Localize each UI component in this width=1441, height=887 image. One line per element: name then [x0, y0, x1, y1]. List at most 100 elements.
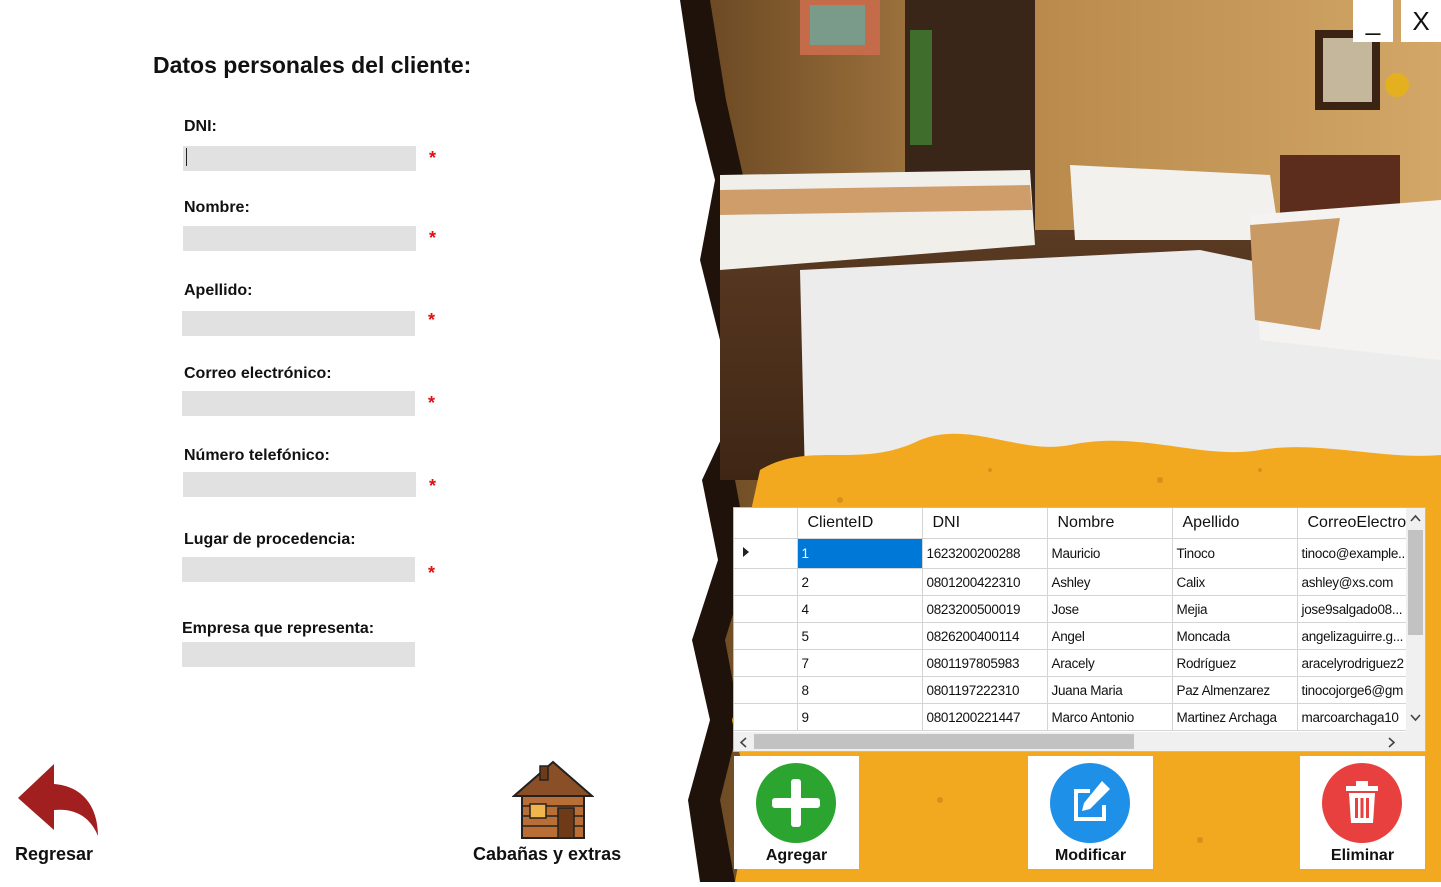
- cell-correo[interactable]: marcoarchaga10: [1297, 703, 1410, 731]
- cell-apellido[interactable]: Calix: [1172, 568, 1298, 596]
- cell-nombre[interactable]: Aracely: [1047, 649, 1173, 677]
- procedencia-required-mark: *: [428, 563, 436, 583]
- nombre-required-mark: *: [429, 228, 437, 248]
- row-header[interactable]: [734, 649, 798, 677]
- table-row[interactable]: 8 0801197222310 Juana Maria Paz Almenzar…: [734, 676, 1410, 704]
- nombre-input[interactable]: [183, 226, 416, 251]
- cell-dni[interactable]: 0801197805983: [922, 649, 1048, 677]
- cell-dni[interactable]: 1623200200288: [922, 538, 1048, 569]
- cell-clienteid[interactable]: 4: [797, 595, 923, 623]
- cell-correo[interactable]: tinocojorge6@gm: [1297, 676, 1410, 704]
- back-button[interactable]: Regresar: [12, 762, 102, 872]
- cell-dni[interactable]: 0801197222310: [922, 676, 1048, 704]
- scroll-right-icon[interactable]: [1388, 737, 1396, 748]
- plus-icon: [772, 779, 820, 827]
- horizontal-scroll-thumb[interactable]: [754, 734, 1134, 749]
- cell-clienteid[interactable]: 5: [797, 622, 923, 650]
- delete-label: Eliminar: [1330, 847, 1395, 864]
- scrollbar-corner: [1406, 732, 1425, 751]
- apellido-required-mark: *: [428, 310, 436, 330]
- table-row[interactable]: 7 0801197805983 Aracely Rodríguez aracel…: [734, 649, 1410, 677]
- cell-correo[interactable]: jose9salgado08...: [1297, 595, 1410, 623]
- cell-correo[interactable]: tinoco@example...: [1297, 538, 1410, 569]
- row-header[interactable]: [734, 568, 798, 596]
- col-header-apellido[interactable]: Apellido: [1172, 508, 1298, 539]
- grid-header-row: ClienteID DNI Nombre Apellido CorreoElec…: [734, 508, 1410, 539]
- cell-apellido[interactable]: Rodríguez: [1172, 649, 1298, 677]
- cell-clienteid[interactable]: 1: [797, 538, 923, 569]
- col-header-clienteid[interactable]: ClienteID: [797, 508, 923, 539]
- add-button[interactable]: Agregar: [734, 756, 859, 869]
- vertical-scrollbar[interactable]: [1406, 508, 1425, 733]
- add-label: Agregar: [765, 847, 828, 864]
- dni-input[interactable]: [183, 146, 416, 171]
- edit-circle: [1050, 763, 1130, 843]
- scroll-up-icon[interactable]: [1410, 514, 1421, 522]
- back-arrow-icon: [18, 764, 98, 836]
- current-row-arrow-icon: [743, 547, 749, 557]
- dni-required-mark: *: [429, 148, 437, 168]
- cell-correo[interactable]: aracelyrodriguez2: [1297, 649, 1410, 677]
- minimize-button[interactable]: _: [1353, 0, 1393, 42]
- vertical-scroll-thumb[interactable]: [1408, 530, 1423, 635]
- table-row[interactable]: 4 0823200500019 Jose Mejia jose9salgado0…: [734, 595, 1410, 623]
- cell-nombre[interactable]: Angel: [1047, 622, 1173, 650]
- cell-clienteid[interactable]: 8: [797, 676, 923, 704]
- form-title: Datos personales del cliente:: [153, 52, 472, 78]
- col-header-correo[interactable]: CorreoElectro: [1297, 508, 1410, 539]
- horizontal-scrollbar[interactable]: [734, 732, 1408, 751]
- row-header[interactable]: [734, 595, 798, 623]
- row-header[interactable]: [734, 703, 798, 731]
- delete-button[interactable]: Eliminar: [1300, 756, 1425, 869]
- telefono-label: Número telefónico:: [184, 447, 330, 464]
- cabin-icon: [512, 760, 594, 839]
- cell-nombre[interactable]: Marco Antonio: [1047, 703, 1173, 731]
- edit-button[interactable]: Modificar: [1028, 756, 1153, 869]
- cell-nombre[interactable]: Jose: [1047, 595, 1173, 623]
- cell-correo[interactable]: ashley@xs.com: [1297, 568, 1410, 596]
- row-header[interactable]: [734, 538, 798, 569]
- cell-clienteid[interactable]: 9: [797, 703, 923, 731]
- telefono-input[interactable]: [183, 472, 416, 497]
- edit-icon: [1074, 781, 1110, 821]
- back-label: Regresar: [15, 844, 94, 864]
- telefono-required-mark: *: [429, 476, 437, 496]
- cell-clienteid[interactable]: 7: [797, 649, 923, 677]
- delete-circle: [1322, 763, 1402, 843]
- cabins-button[interactable]: Cabañas y extras: [470, 760, 640, 872]
- cell-nombre[interactable]: Mauricio: [1047, 538, 1173, 569]
- clients-grid[interactable]: ClienteID DNI Nombre Apellido CorreoElec…: [733, 507, 1426, 752]
- col-header-dni[interactable]: DNI: [922, 508, 1048, 539]
- procedencia-input[interactable]: [182, 557, 415, 582]
- cell-dni[interactable]: 0801200422310: [922, 568, 1048, 596]
- empresa-input[interactable]: [182, 642, 415, 667]
- dni-label: DNI:: [184, 118, 217, 135]
- cell-dni[interactable]: 0823200500019: [922, 595, 1048, 623]
- correo-required-mark: *: [428, 393, 436, 413]
- cell-nombre[interactable]: Ashley: [1047, 568, 1173, 596]
- row-header-corner: [734, 508, 798, 539]
- col-header-nombre[interactable]: Nombre: [1047, 508, 1173, 539]
- table-row[interactable]: 1 1623200200288 Mauricio Tinoco tinoco@e…: [734, 538, 1410, 569]
- cell-dni[interactable]: 0801200221447: [922, 703, 1048, 731]
- cell-correo[interactable]: angelizaguirre.g...: [1297, 622, 1410, 650]
- row-header[interactable]: [734, 676, 798, 704]
- cell-apellido[interactable]: Paz Almenzarez: [1172, 676, 1298, 704]
- table-row[interactable]: 5 0826200400114 Angel Moncada angelizagu…: [734, 622, 1410, 650]
- close-button[interactable]: X: [1401, 0, 1441, 42]
- cell-apellido[interactable]: Martinez Archaga: [1172, 703, 1298, 731]
- cell-apellido[interactable]: Moncada: [1172, 622, 1298, 650]
- clients-table: ClienteID DNI Nombre Apellido CorreoElec…: [734, 508, 1410, 731]
- row-header[interactable]: [734, 622, 798, 650]
- correo-input[interactable]: [182, 391, 415, 416]
- cell-apellido[interactable]: Mejia: [1172, 595, 1298, 623]
- scroll-left-icon[interactable]: [739, 737, 747, 748]
- cell-apellido[interactable]: Tinoco: [1172, 538, 1298, 569]
- scroll-down-icon[interactable]: [1410, 714, 1421, 722]
- cell-dni[interactable]: 0826200400114: [922, 622, 1048, 650]
- table-row[interactable]: 9 0801200221447 Marco Antonio Martinez A…: [734, 703, 1410, 731]
- cell-clienteid[interactable]: 2: [797, 568, 923, 596]
- cell-nombre[interactable]: Juana Maria: [1047, 676, 1173, 704]
- table-row[interactable]: 2 0801200422310 Ashley Calix ashley@xs.c…: [734, 568, 1410, 596]
- apellido-input[interactable]: [182, 311, 415, 336]
